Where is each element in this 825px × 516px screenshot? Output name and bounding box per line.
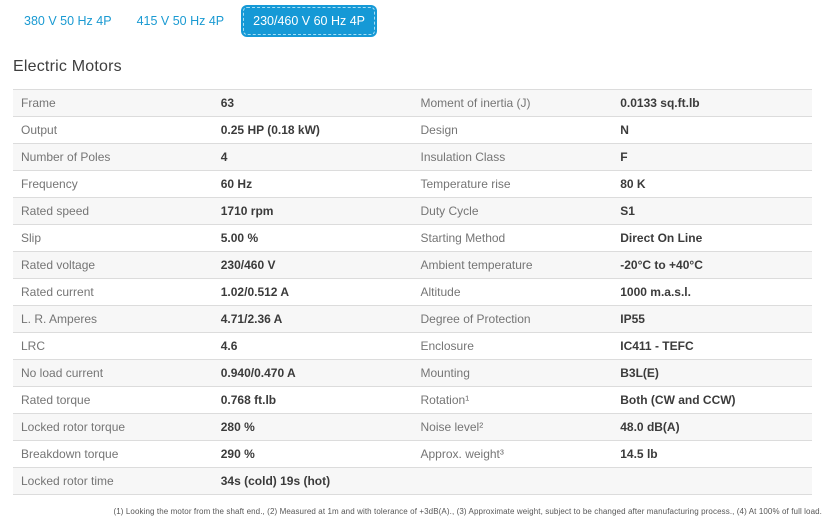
spec-value: 4.6	[213, 333, 413, 360]
spec-value: S1	[612, 198, 812, 225]
spec-value: 0.25 HP (0.18 kW)	[213, 117, 413, 144]
spec-label: Temperature rise	[413, 171, 613, 198]
table-row: Slip5.00 %Starting MethodDirect On Line	[13, 225, 812, 252]
spec-value: 230/460 V	[213, 252, 413, 279]
spec-value: 5.00 %	[213, 225, 413, 252]
spec-label: Design	[413, 117, 613, 144]
spec-label: Ambient temperature	[413, 252, 613, 279]
spec-label: Mounting	[413, 360, 613, 387]
spec-value: 4.71/2.36 A	[213, 306, 413, 333]
table-row: Number of Poles4Insulation ClassF	[13, 144, 812, 171]
tab-bar: 380 V 50 Hz 4P415 V 50 Hz 4P 230/460 V 60…	[0, 0, 825, 35]
tab-380-v-50-hz-4p[interactable]: 380 V 50 Hz 4P	[14, 7, 122, 35]
spec-label: Breakdown torque	[13, 441, 213, 468]
spec-value: 0.940/0.470 A	[213, 360, 413, 387]
table-row: Frequency60 HzTemperature rise80 K	[13, 171, 812, 198]
spec-label: Rated speed	[13, 198, 213, 225]
table-row: Locked rotor time34s (cold) 19s (hot)	[13, 468, 812, 495]
spec-label: Duty Cycle	[413, 198, 613, 225]
spec-label	[413, 468, 613, 495]
spec-label: Locked rotor time	[13, 468, 213, 495]
spec-value: IP55	[612, 306, 812, 333]
spec-label: Approx. weight³	[413, 441, 613, 468]
table-row: Locked rotor torque280 %Noise level²48.0…	[13, 414, 812, 441]
spec-value: 0.0133 sq.ft.lb	[612, 90, 812, 117]
spec-value: 34s (cold) 19s (hot)	[213, 468, 413, 495]
table-row: Rated current1.02/0.512 AAltitude1000 m.…	[13, 279, 812, 306]
spec-label: Noise level²	[413, 414, 613, 441]
spec-value: Direct On Line	[612, 225, 812, 252]
spec-label: Locked rotor torque	[13, 414, 213, 441]
spec-value: N	[612, 117, 812, 144]
specs-table-body: Frame63Moment of inertia (J)0.0133 sq.ft…	[13, 90, 812, 495]
spec-value: 80 K	[612, 171, 812, 198]
spec-label: Output	[13, 117, 213, 144]
spec-value: 14.5 lb	[612, 441, 812, 468]
spec-value: Both (CW and CCW)	[612, 387, 812, 414]
spec-label: Insulation Class	[413, 144, 613, 171]
tab-415-v-50-hz-4p[interactable]: 415 V 50 Hz 4P	[127, 7, 235, 35]
spec-value: 60 Hz	[213, 171, 413, 198]
table-row: L. R. Amperes4.71/2.36 ADegree of Protec…	[13, 306, 812, 333]
spec-value: IC411 - TEFC	[612, 333, 812, 360]
spec-value: F	[612, 144, 812, 171]
specs-table: Frame63Moment of inertia (J)0.0133 sq.ft…	[13, 89, 812, 495]
spec-label: Rated torque	[13, 387, 213, 414]
table-row: Frame63Moment of inertia (J)0.0133 sq.ft…	[13, 90, 812, 117]
spec-label: Frequency	[13, 171, 213, 198]
spec-label: Number of Poles	[13, 144, 213, 171]
spec-value: 48.0 dB(A)	[612, 414, 812, 441]
spec-value	[612, 468, 812, 495]
spec-label: Moment of inertia (J)	[413, 90, 613, 117]
spec-label: LRC	[13, 333, 213, 360]
spec-value: 0.768 ft.lb	[213, 387, 413, 414]
table-row: Rated speed1710 rpmDuty CycleS1	[13, 198, 812, 225]
page-title: Electric Motors	[13, 58, 825, 76]
spec-value: 1710 rpm	[213, 198, 413, 225]
table-row: Breakdown torque290 %Approx. weight³14.5…	[13, 441, 812, 468]
spec-label: Starting Method	[413, 225, 613, 252]
spec-value: 280 %	[213, 414, 413, 441]
spec-label: L. R. Amperes	[13, 306, 213, 333]
spec-label: Altitude	[413, 279, 613, 306]
table-row: Rated voltage230/460 VAmbient temperatur…	[13, 252, 812, 279]
spec-value: 4	[213, 144, 413, 171]
table-row: LRC4.6EnclosureIC411 - TEFC	[13, 333, 812, 360]
spec-value: -20°C to +40°C	[612, 252, 812, 279]
tab-230-460-v-60-hz-4p[interactable]: 230/460 V 60 Hz 4P	[243, 7, 375, 35]
spec-label: Rotation¹	[413, 387, 613, 414]
spec-value: B3L(E)	[612, 360, 812, 387]
spec-label: No load current	[13, 360, 213, 387]
spec-label: Rated current	[13, 279, 213, 306]
spec-label: Slip	[13, 225, 213, 252]
spec-value: 1.02/0.512 A	[213, 279, 413, 306]
table-row: Output0.25 HP (0.18 kW)DesignN	[13, 117, 812, 144]
table-row: No load current0.940/0.470 AMountingB3L(…	[13, 360, 812, 387]
spec-label: Frame	[13, 90, 213, 117]
spec-label: Degree of Protection	[413, 306, 613, 333]
spec-label: Enclosure	[413, 333, 613, 360]
spec-label: Rated voltage	[13, 252, 213, 279]
table-row: Rated torque0.768 ft.lbRotation¹Both (CW…	[13, 387, 812, 414]
spec-value: 63	[213, 90, 413, 117]
spec-value: 1000 m.a.s.l.	[612, 279, 812, 306]
spec-value: 290 %	[213, 441, 413, 468]
